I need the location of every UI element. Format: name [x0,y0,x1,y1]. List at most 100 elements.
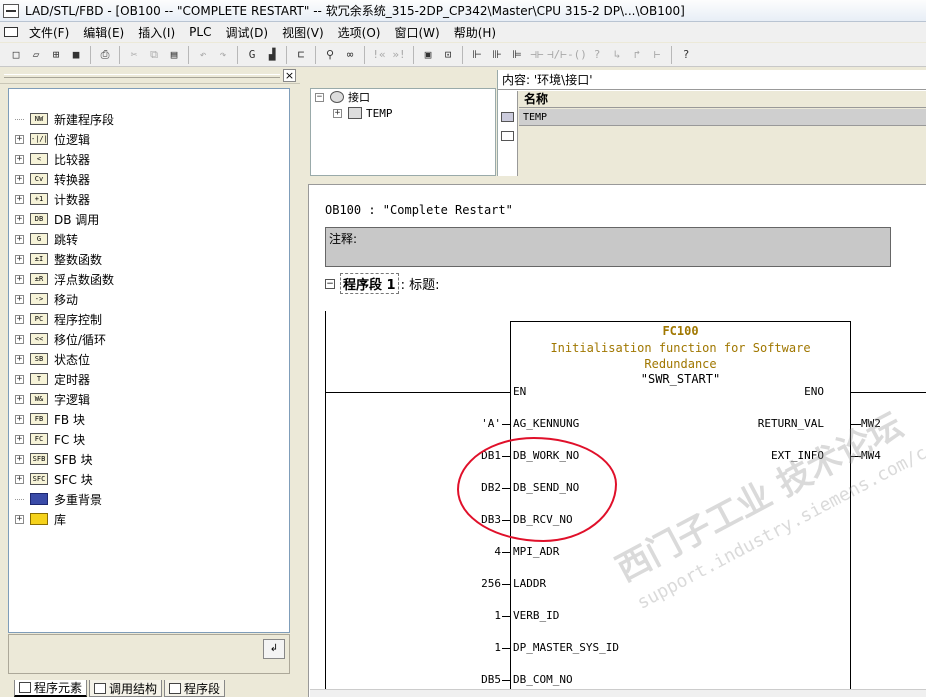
print-icon[interactable]: ⎙ [95,45,115,65]
interface-temp-row[interactable]: + TEMP [311,105,495,121]
tree-item[interactable]: + PC 程序控制 [9,309,289,329]
tree-item[interactable]: + SFC SFC 块 [9,469,289,489]
tree-item[interactable]: + SFB SFB 块 [9,449,289,469]
expand-icon[interactable]: + [15,294,24,304]
expand-icon[interactable]: + [15,134,24,144]
network-icon[interactable]: ⊞ [46,45,66,65]
expand-icon[interactable]: + [333,108,342,118]
tree-item[interactable]: + -> 移动 [9,289,289,309]
expand-icon[interactable]: + [15,374,24,384]
tree-item[interactable]: + ±R 浮点数函数 [9,269,289,289]
view-icon[interactable]: ▣ [418,45,438,65]
output-parameter[interactable]: MW4 [861,449,881,462]
expand-icon[interactable]: + [15,354,24,364]
save-icon[interactable]: ■ [66,45,86,65]
table-row[interactable]: TEMP [519,109,926,126]
menu-edit[interactable]: 编辑(E) [76,24,131,41]
tree-item[interactable]: 多重背景 [9,489,289,509]
tree-item[interactable]: + Cv 转换器 [9,169,289,189]
tab-networks[interactable]: 程序段 [164,680,226,697]
expand-icon[interactable]: + [15,474,24,484]
tree-item[interactable]: + 库 [9,509,289,529]
tree-item[interactable]: NW 新建程序段 [9,109,289,129]
menu-options[interactable]: 选项(O) [331,24,388,41]
menu-view[interactable]: 视图(V) [275,24,331,41]
tree-item[interactable]: + FC FC 块 [9,429,289,449]
tree-item[interactable]: + << 移位/循环 [9,329,289,349]
expand-icon[interactable]: + [15,394,24,404]
watch-icon[interactable]: ⚲ [320,45,340,65]
expand-icon[interactable]: + [15,174,24,184]
collapse-icon[interactable]: − [315,92,324,102]
redo-icon[interactable]: ↷ [213,45,233,65]
expand-icon[interactable]: + [15,234,24,244]
tree-item[interactable]: + W& 字逻辑 [9,389,289,409]
tree-item[interactable]: + T 定时器 [9,369,289,389]
expand-icon[interactable]: + [15,214,24,224]
system-menu-icon[interactable] [4,27,18,37]
network-label[interactable]: 程序段 1 [340,273,399,294]
empty-box-icon[interactable]: ? [587,45,607,65]
coil-icon[interactable]: -() [567,45,587,65]
cut-icon[interactable]: ✂ [124,45,144,65]
expand-icon[interactable]: + [15,414,24,424]
tree-item[interactable]: + -|/|- 位逻辑 [9,129,289,149]
menu-insert[interactable]: 插入(I) [131,24,182,41]
expand-icon[interactable]: + [15,194,24,204]
output-parameter[interactable]: MW2 [861,417,881,430]
info-toggle-button[interactable]: ↲ [263,639,285,659]
connection-icon[interactable]: ⊢ [647,45,667,65]
tree-item[interactable]: + +1 计数器 [9,189,289,209]
collapse-icon[interactable]: − [325,278,335,289]
branch-close-icon[interactable]: ⊫ [507,45,527,65]
close-icon[interactable]: × [283,69,296,82]
tree-item[interactable]: + DB DB 调用 [9,209,289,229]
branch-open-icon[interactable]: ⊪ [487,45,507,65]
menu-plc[interactable]: PLC [182,25,218,39]
tree-item[interactable]: + FB FB 块 [9,409,289,429]
input-parameter[interactable]: 1 [494,609,501,622]
panel-grip[interactable] [4,74,280,78]
expand-icon[interactable]: + [15,314,24,324]
tab-call-structure[interactable]: 调用结构 [89,680,163,697]
input-parameter[interactable]: 256 [481,577,501,590]
tree-item[interactable]: + ±I 整数函数 [9,249,289,269]
tree-item[interactable]: + SB 状态位 [9,349,289,369]
undo-icon[interactable]: ↶ [193,45,213,65]
next-icon[interactable]: »! [389,45,409,65]
new-icon[interactable]: □ [6,45,26,65]
expand-icon[interactable]: + [15,434,24,444]
input-parameter[interactable]: 1 [494,641,501,654]
glasses-icon[interactable]: ∞ [340,45,360,65]
expand-icon[interactable]: + [15,254,24,264]
expand-icon[interactable]: + [15,334,24,344]
expand-icon[interactable]: + [15,454,24,464]
expand-icon[interactable]: + [15,154,24,164]
detail-icon[interactable]: ⊡ [438,45,458,65]
tab-program-elements[interactable]: 程序元素 [14,680,88,697]
contact-no-icon[interactable]: ⊣⊢ [527,45,547,65]
menu-debug[interactable]: 调试(D) [218,24,275,41]
contact-nc-icon[interactable]: ⊣/⊢ [547,45,567,65]
prev-icon[interactable]: !« [369,45,389,65]
input-parameter[interactable]: DB5 [481,673,501,686]
menu-file[interactable]: 文件(F) [22,24,76,41]
network-title-text[interactable]: : 标题: [401,274,440,293]
branch-icon[interactable]: ↳ [607,45,627,65]
help-icon[interactable]: ? [676,45,696,65]
online-icon[interactable]: G [242,45,262,65]
block-comment[interactable]: 注释: [325,227,891,267]
tree-item[interactable]: + < 比较器 [9,149,289,169]
interface-root-row[interactable]: − 接口 [311,89,495,105]
tree-item[interactable]: + G 跳转 [9,229,289,249]
paste-icon[interactable]: ▤ [164,45,184,65]
input-parameter[interactable]: 4 [494,545,501,558]
insert-network-icon[interactable]: ⊏ [291,45,311,65]
open-icon[interactable]: ▱ [26,45,46,65]
horizontal-scrollbar[interactable] [310,689,926,697]
monitor-icon[interactable]: ▟ [262,45,282,65]
menu-window[interactable]: 窗口(W) [387,24,446,41]
expand-icon[interactable]: + [15,514,24,524]
menu-help[interactable]: 帮助(H) [447,24,503,41]
network-connect-icon[interactable]: ⊩ [467,45,487,65]
